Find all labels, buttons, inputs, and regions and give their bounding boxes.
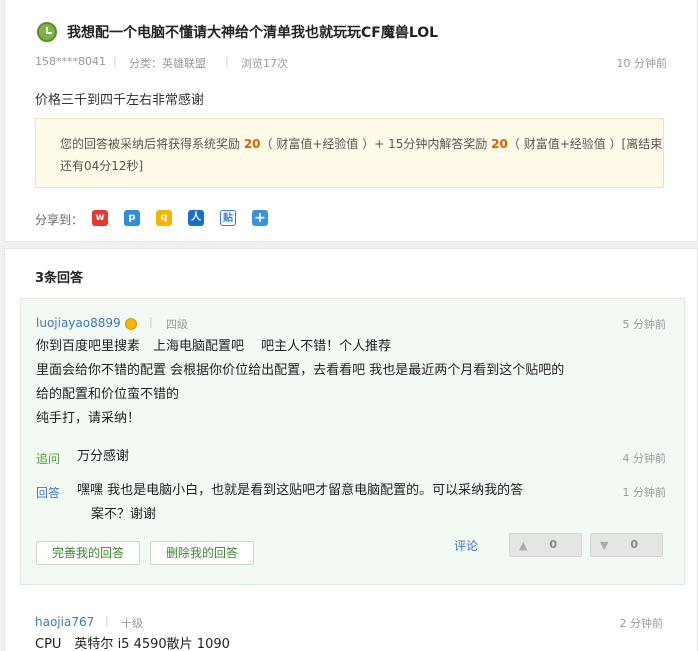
- reply-text: 嘿嘿 我也是电脑小白，也就是看到这贴吧才留意电脑配置的。可以采纳我的答: [77, 483, 524, 498]
- answer-level: 四级: [166, 318, 188, 331]
- delete-answer-button[interactable]: 删除我的回答: [150, 541, 254, 565]
- answer-user[interactable]: haojia767: [35, 615, 94, 629]
- downvote-count: 0: [630, 538, 638, 551]
- clock-icon: [37, 22, 57, 42]
- reward-text-part: 您的回答被采纳后将获得系统奖励: [60, 137, 244, 151]
- answer-line: 你到百度吧里搜素 上海电脑配置吧 吧主人不错！个人推荐: [36, 339, 392, 354]
- followup-time: 4 分钟前: [622, 452, 667, 465]
- question-title: 我想配一个电脑不懂请大神给个清单我也就玩玩CF魔兽LOL: [67, 25, 439, 41]
- reward-notice: 您的回答被采纳后将获得系统奖励 20（ 财富值+经验值 ）+ 15分钟内解答奖励…: [35, 118, 664, 188]
- answer-time: 2 分钟前: [619, 617, 664, 630]
- reply-text: 案不？谢谢: [91, 507, 157, 522]
- question-views: 浏览17次: [241, 57, 288, 70]
- upvote-count: 0: [549, 538, 557, 551]
- improve-answer-button[interactable]: 完善我的回答: [36, 541, 140, 565]
- meta-divider: |: [113, 55, 117, 68]
- qzone-icon[interactable]: p: [124, 210, 140, 226]
- followup-label: 追问: [36, 452, 61, 466]
- reward-countdown: 还有04分12秒]: [60, 159, 144, 173]
- reply-time: 1 分钟前: [622, 486, 667, 499]
- reward-points: 20: [491, 137, 508, 151]
- medal-icon: [125, 318, 137, 330]
- meta-divider: |: [105, 614, 109, 627]
- followup-text: 万分感谢: [77, 449, 130, 464]
- question-category[interactable]: 分类：英雄联盟: [129, 55, 206, 71]
- question-body: 价格三千到四千左右非常感谢: [35, 93, 205, 108]
- more-icon[interactable]: +: [252, 210, 268, 226]
- thumbs-down-icon: ▼: [600, 539, 609, 552]
- answers-count-title: 3条回答: [35, 271, 84, 286]
- answer-line: 给的配置和价位蛮不错的: [36, 387, 180, 402]
- meta-divider: |: [225, 55, 229, 68]
- downvote-button[interactable]: ▼ 0: [590, 533, 663, 557]
- answer-time: 5 分钟前: [622, 318, 667, 331]
- reward-text-part: （ 财富值+经验值 ）+ 15分钟内解答奖励: [260, 137, 492, 151]
- thumbs-up-icon: ▲: [519, 539, 528, 552]
- answer-level: 十级: [121, 617, 143, 630]
- question-time: 10 分钟前: [616, 57, 668, 70]
- answer-line: 纯手打，请采纳！: [36, 411, 141, 426]
- upvote-button[interactable]: ▲ 0: [509, 533, 582, 557]
- question-panel: 我想配一个电脑不懂请大神给个清单我也就玩玩CF魔兽LOL 158****8041…: [4, 0, 698, 242]
- reward-text-part: （ 财富值+经验值 ）[离结束: [507, 137, 663, 151]
- reward-points: 20: [243, 137, 261, 151]
- answer-item: luojiayao8899 | 四级 5 分钟前 你到百度吧里搜素 上海电脑配置…: [20, 298, 685, 585]
- meta-divider: |: [149, 315, 153, 328]
- answer-line: 里面会给你不错的配置 会根据你价位给出配置，去看看吧 我也是最近两个月看到这个贴…: [36, 363, 565, 378]
- answers-panel: 3条回答 luojiayao8899 | 四级 5 分钟前 你到百度吧里搜素 上…: [4, 248, 698, 651]
- reply-label: 回答: [36, 486, 61, 500]
- reward-text: 您的回答被采纳后将获得系统奖励 20（ 财富值+经验值 ）+ 15分钟内解答奖励…: [60, 133, 662, 177]
- comment-link[interactable]: 评论: [454, 537, 478, 554]
- share-label: 分享到：: [35, 213, 84, 227]
- question-user[interactable]: 158****8041: [35, 55, 106, 68]
- qq-icon[interactable]: q: [156, 210, 172, 226]
- renren-icon[interactable]: 人: [188, 210, 204, 226]
- answer-user[interactable]: luojiayao8899: [36, 316, 121, 330]
- weibo-icon[interactable]: w: [92, 210, 108, 226]
- answer-line: CPU 英特尔 i5 4590散片 1090: [35, 637, 230, 651]
- tieba-icon[interactable]: 贴: [220, 210, 236, 226]
